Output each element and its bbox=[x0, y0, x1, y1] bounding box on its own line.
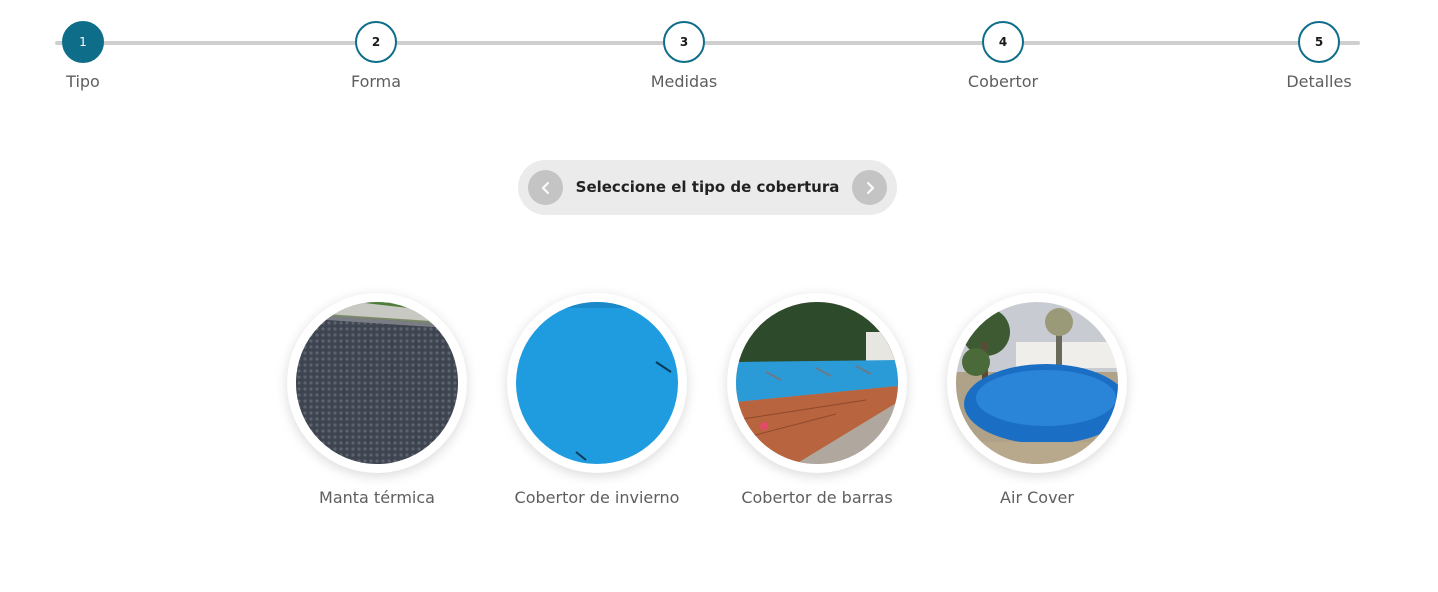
step-label: Medidas bbox=[650, 72, 718, 91]
step-label: Tipo bbox=[66, 72, 100, 91]
option-manta-termica[interactable]: Manta térmica bbox=[287, 293, 467, 523]
stepper-track bbox=[55, 41, 1360, 45]
option-cobertor-barras[interactable]: Cobertor de barras bbox=[727, 293, 907, 523]
previous-button[interactable] bbox=[528, 170, 563, 205]
chevron-left-icon bbox=[541, 181, 549, 194]
next-button[interactable] bbox=[852, 170, 887, 205]
step-label: Detalles bbox=[1286, 72, 1352, 91]
air-cover-photo bbox=[956, 302, 1118, 464]
step-number-badge[interactable]: 2 bbox=[355, 21, 397, 63]
step-number-badge[interactable]: 1 bbox=[62, 21, 104, 63]
winter-cover-photo bbox=[516, 302, 678, 464]
step-label: Forma bbox=[350, 72, 402, 91]
bar-cover-photo bbox=[736, 302, 898, 464]
step-number-badge[interactable]: 3 bbox=[663, 21, 705, 63]
option-label: Air Cover bbox=[1000, 488, 1074, 507]
cover-type-selector: Seleccione el tipo de cobertura bbox=[518, 160, 897, 215]
thermal-blanket-photo bbox=[296, 302, 458, 464]
selector-title: Seleccione el tipo de cobertura bbox=[575, 178, 840, 196]
progress-stepper: 1 Tipo 2 Forma 3 Medidas 4 Cobertor 5 De… bbox=[0, 0, 1438, 110]
chevron-right-icon bbox=[866, 181, 874, 194]
option-air-cover[interactable]: Air Cover bbox=[947, 293, 1127, 523]
step-label: Cobertor bbox=[967, 72, 1039, 91]
option-cobertor-invierno[interactable]: Cobertor de invierno bbox=[507, 293, 687, 523]
step-number-badge[interactable]: 5 bbox=[1298, 21, 1340, 63]
step-number-badge[interactable]: 4 bbox=[982, 21, 1024, 63]
